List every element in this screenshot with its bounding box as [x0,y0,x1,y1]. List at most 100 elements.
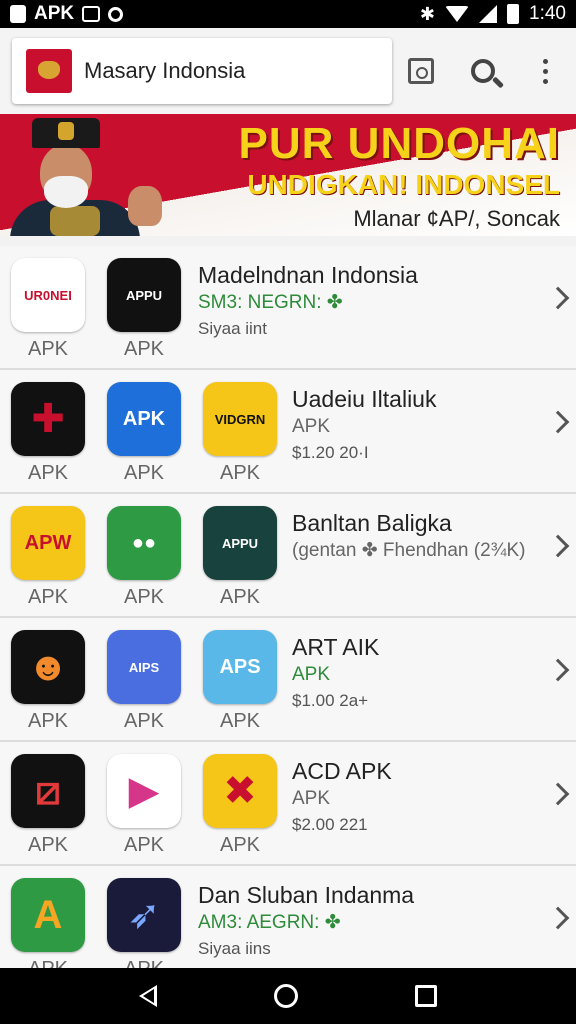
app-icon-group: APW APK ●● APK APPU APK [10,506,278,609]
app-tile[interactable]: ▶ APK [106,754,182,857]
app-tile-caption: APK [27,710,69,732]
app-meta: $2.00 221 [292,815,368,834]
app-tile-caption: APK [10,958,86,968]
wifi-icon [445,6,470,22]
bluetooth-icon: ✱ [419,3,436,24]
app-tile[interactable]: APPU APK [202,506,278,609]
app-tile[interactable]: APPU APK [106,258,182,361]
list-item[interactable]: ⧄ APK ▶ APK ✖ APK ACD APK APK $2.00 221 [0,742,576,866]
app-tile-caption: APK [123,462,165,484]
app-icon-glyph: ➶ [127,893,161,937]
app-title: Madelndnan Indonsia [198,262,418,288]
app-tile[interactable]: ⧄ APK [10,754,86,857]
promo-banner[interactable]: PUR UNDOHAI UNDIGKAN! INDONSEL Mlanar ¢A… [0,114,576,236]
chevron-right-icon[interactable] [546,286,570,310]
green-a-app-icon: A [11,878,85,952]
app-list[interactable]: UR0NEI APK APPU APK Madelndnan Indonsia SM3: … [0,246,576,968]
app-icon-glyph: ☻ [26,644,70,689]
red-arrow-app-icon: UR0NEI [11,258,85,332]
app-info: ART AIK APK $1.00 2a+ [292,632,379,714]
app-tile-caption: APK [27,834,69,856]
axe-green-app-icon: APPU [203,506,277,580]
app-tile[interactable]: AIPS APK [106,630,182,733]
app-tile[interactable]: APW APK [10,506,86,609]
app-icon-group: ✚ APK APK APK VIDGRN APK [10,382,278,485]
app-subtitle: AM3: AEGRN: ✤ [198,912,341,933]
app-tile-caption: APK [106,958,182,968]
map-pin-app-icon: ●● [107,506,181,580]
rocket-app-icon: AIPS [107,630,181,704]
blue-a-app-icon: APK [107,382,181,456]
battery-icon [507,4,520,24]
app-tile-caption: APK [27,338,69,360]
app-meta: $1.00 2a+ [292,691,369,710]
app-tile[interactable]: ➶ APK [106,878,182,968]
home-icon[interactable] [273,984,298,1008]
chevron-right-icon[interactable] [546,782,570,806]
back-icon[interactable] [138,985,157,1007]
app-tile[interactable]: A APK [10,878,86,968]
app-subtitle: APK [292,788,331,809]
app-icon-glyph: ▶ [128,769,160,813]
status-time: 1:40 [529,3,566,24]
app-title: ART AIK [292,634,380,660]
search-button[interactable] [452,28,514,114]
list-item[interactable]: UR0NEI APK APPU APK Madelndnan Indonsia SM3: … [0,246,576,370]
garuda-logo-icon [26,49,72,93]
app-tile[interactable]: ●● APK [106,506,182,609]
square-x-app-icon: ⧄ [11,754,85,828]
banner-person-image [10,118,162,236]
app-meta: Siyaa iins [198,939,271,958]
app-tile-caption: APK [123,586,165,608]
app-tile-caption: APK [123,710,165,732]
axe-app-icon: APPU [107,258,181,332]
app-meta: $1.20 20·I [292,443,369,462]
recents-icon[interactable] [415,985,438,1007]
app-icon-glyph: AIPS [128,659,160,675]
app-tile[interactable]: APS APK [202,630,278,733]
red-x-app-icon: ✖ [203,754,277,828]
banner-text: PUR UNDOHAI UNDIGKAN! INDONSEL Mlanar ¢A… [239,120,560,234]
banner-subheadline: UNDIGKAN! INDONSEL [247,169,560,200]
app-tile[interactable]: ✖ APK [202,754,278,857]
app-icon-group: ⧄ APK ▶ APK ✖ APK [10,754,278,857]
app-tile-caption: APK [219,710,261,732]
app-info: Dan Sluban Indanma AM3: AEGRN: ✤ Siyaa iin… [198,880,414,962]
chevron-right-icon[interactable] [546,534,570,558]
more-vert-icon [542,58,548,84]
list-item[interactable]: ☻ APK AIPS APK APS APK ART AIK APK $1.00 2a+ [0,618,576,742]
app-icon-glyph: ●● [131,531,157,554]
app-tile[interactable]: APK APK [106,382,182,485]
app-info: Madelndnan Indonsia SM3: NEGRN: ✤ Siyaa ii… [198,260,418,342]
app-tile[interactable]: VIDGRN APK [202,382,278,485]
arrow-app-icon: ➶ [107,878,181,952]
play-app-icon: ▶ [107,754,181,828]
app-subtitle: APK [292,416,331,437]
calendar-button[interactable] [390,28,452,114]
apw-app-icon: APW [11,506,85,580]
sync-circle-icon [108,6,124,22]
app-icon-glyph: APS [219,655,261,678]
calendar-icon [408,58,434,84]
app-title: Uadeiu Iltaliuk [292,386,437,412]
status-right: ✱ 1:40 [420,3,566,25]
chevron-right-icon[interactable] [546,410,570,434]
app-tile[interactable]: ✚ APK [10,382,86,485]
list-item[interactable]: A APK ➶ APK Dan Sluban Indanma AM3: AEGRN: ✤ S… [0,866,576,968]
list-item[interactable]: ✚ APK APK APK VIDGRN APK Uadeiu Iltaliuk APK $1.… [0,370,576,494]
app-tile[interactable]: UR0NEI APK [10,258,86,361]
status-bar: APK ✱ 1:40 [0,0,576,28]
app-meta: Siyaa iint [198,319,267,338]
search-box[interactable]: Masary Indonsia [12,38,392,104]
app-tile-caption: APK [219,834,261,856]
list-item[interactable]: APW APK ●● APK APPU APK Banltan Baligka (gentan… [0,494,576,618]
more-options-button[interactable] [514,28,576,114]
app-tile-caption: APK [219,462,261,484]
chevron-right-icon[interactable] [546,906,570,930]
app-icon-glyph: ⧄ [35,768,61,813]
chevron-right-icon[interactable] [546,658,570,682]
app-icon-group: ☻ APK AIPS APK APS APK [10,630,278,733]
app-tile[interactable]: ☻ APK [10,630,86,733]
app-icon-glyph: A [33,892,63,937]
app-tile-caption: APK [27,462,69,484]
